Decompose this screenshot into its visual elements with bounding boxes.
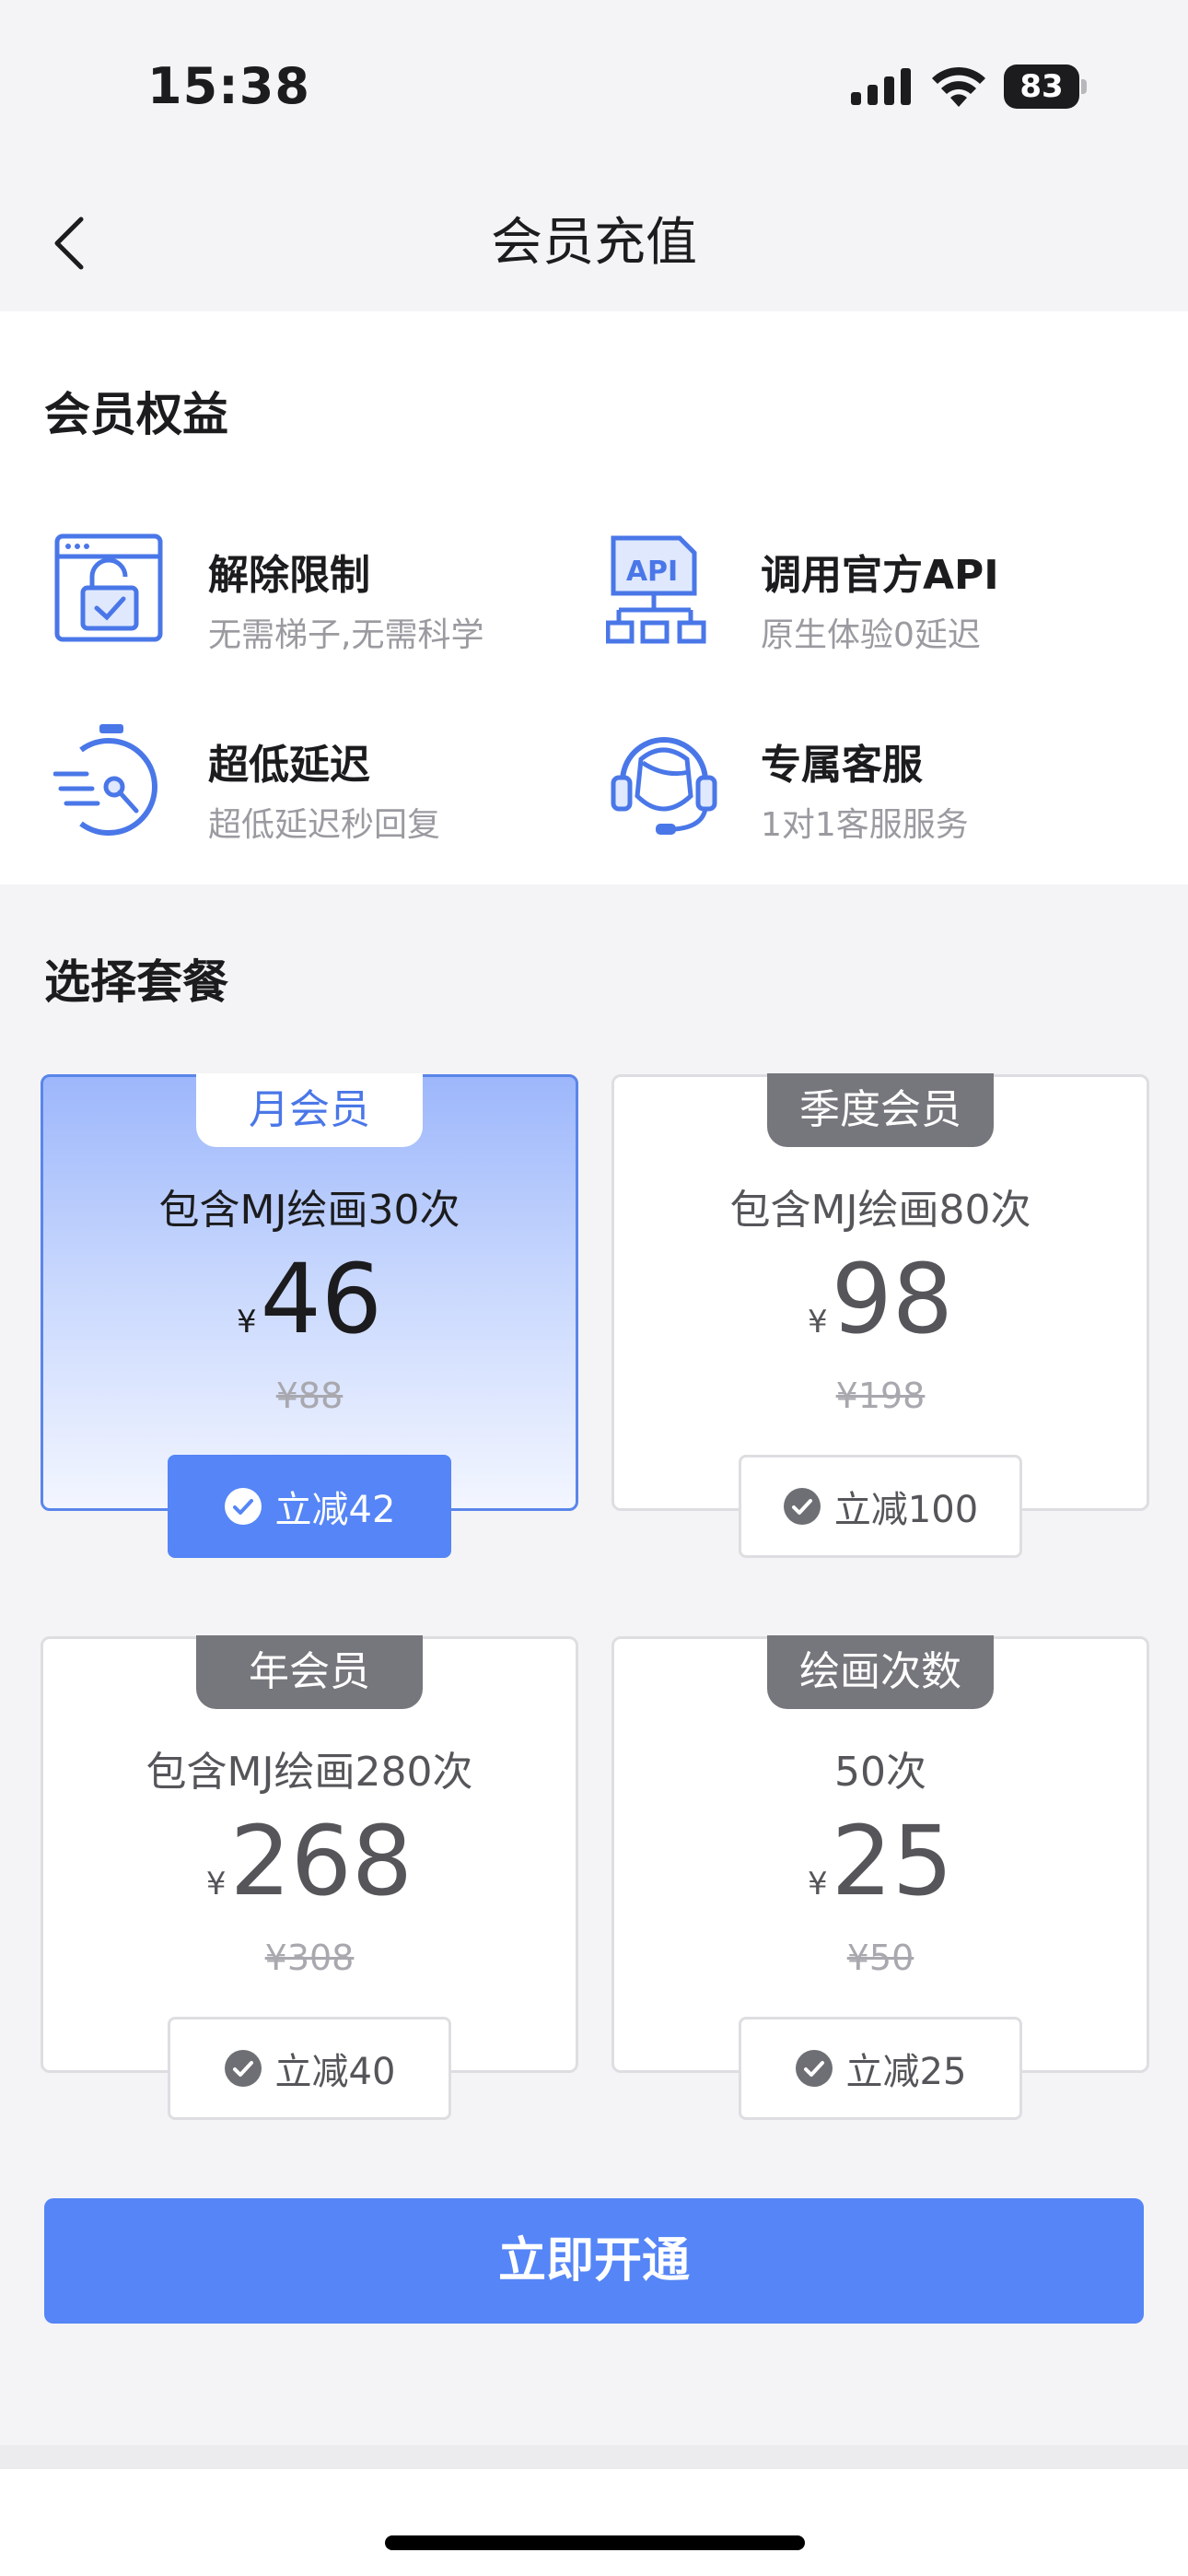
benefit-latency: 超低延迟 超低延迟秒回复 (53, 722, 606, 851)
nav-bar: 会员充值 (0, 175, 1188, 311)
plan-tag: 月会员 (196, 1073, 423, 1147)
plan-discount-label: 立减100 (833, 1489, 979, 1531)
battery-level: 83 (1004, 64, 1079, 109)
wifi-icon (932, 66, 985, 107)
plan-tag: 绘画次数 (767, 1635, 994, 1709)
check-circle-icon (224, 2050, 262, 2087)
plan-tag: 季度会员 (767, 1073, 994, 1147)
home-indicator[interactable] (385, 2535, 805, 2550)
activate-now-button[interactable]: 立即开通 (44, 2198, 1144, 2324)
plan-price: ¥25 (614, 1805, 1147, 1917)
svg-text:API: API (626, 556, 678, 588)
plan-price: ¥46 (43, 1243, 576, 1355)
price-value: 25 (831, 1805, 953, 1917)
plan-card-drawing-credits[interactable]: 绘画次数 50次 ¥25 ¥50 立减25 (611, 1635, 1149, 2120)
benefit-title: 超低延迟 (208, 742, 370, 789)
bottom-divider (0, 2445, 1188, 2469)
status-time: 15:38 (147, 57, 310, 115)
benefit-title: 专属客服 (761, 742, 923, 789)
plan-desc: 50次 (834, 1749, 926, 1796)
headset-icon (611, 737, 717, 835)
plan-discount-badge: 立减25 (739, 2017, 1022, 2120)
benefit-support: 专属客服 1对1客服服务 (606, 722, 1159, 851)
plan-card-yearly[interactable]: 年会员 包含MJ绘画280次 ¥268 ¥308 立减40 (41, 1635, 578, 2120)
plan-discount-badge: 立减100 (739, 1455, 1022, 1558)
cellular-signal-icon (851, 68, 911, 105)
plan-price: ¥98 (614, 1243, 1147, 1355)
battery-indicator: 83 (1004, 64, 1087, 109)
price-value: 98 (831, 1243, 953, 1355)
check-circle-icon (795, 2050, 833, 2087)
battery-tip (1081, 79, 1087, 94)
price-currency: ¥ (808, 1866, 828, 1903)
plan-discount-label: 立减42 (274, 1489, 396, 1531)
benefit-desc: 无需梯子,无需科学 (208, 616, 484, 654)
benefit-title: 调用官方API (761, 552, 999, 599)
benefit-api: API 调用官方API 原生体验0延迟 (606, 533, 1159, 662)
plan-tag: 年会员 (196, 1635, 423, 1709)
plan-original-price: ¥88 (275, 1376, 344, 1416)
benefit-desc: 超低延迟秒回复 (208, 806, 441, 844)
plan-discount-label: 立减25 (845, 2051, 967, 2093)
plan-desc: 包含MJ绘画30次 (158, 1187, 460, 1234)
benefit-unlock: 解除限制 无需梯子,无需科学 (53, 533, 606, 662)
plan-card-monthly[interactable]: 月会员 包含MJ绘画30次 ¥46 ¥88 立减42 (41, 1073, 578, 1558)
plan-discount-badge: 立减42 (168, 1455, 451, 1558)
plan-discount-badge: 立减40 (168, 2017, 451, 2120)
price-value: 268 (229, 1805, 413, 1917)
check-circle-icon (224, 1488, 262, 1525)
plan-original-price: ¥198 (835, 1376, 926, 1416)
stopwatch-icon (53, 724, 157, 836)
page-title: 会员充值 (491, 213, 697, 273)
status-bar: 15:38 83 (0, 0, 1188, 175)
benefit-title: 解除限制 (208, 552, 370, 599)
plan-desc: 包含MJ绘画280次 (146, 1749, 473, 1796)
benefits-title: 会员权益 (44, 388, 228, 441)
plan-original-price: ¥308 (264, 1938, 355, 1978)
bottom-safe-area (0, 2469, 1188, 2576)
plan-discount-label: 立减40 (274, 2051, 396, 2093)
price-currency: ¥ (237, 1304, 257, 1341)
benefit-desc: 原生体验0延迟 (761, 616, 981, 654)
plans-title: 选择套餐 (44, 955, 228, 1009)
check-circle-icon (783, 1488, 821, 1525)
plan-card-quarterly[interactable]: 季度会员 包含MJ绘画80次 ¥98 ¥198 立减100 (611, 1073, 1149, 1558)
price-value: 46 (260, 1243, 382, 1355)
benefits-section: 会员权益 解除限制 无需梯子,无需科学 API 调用官方API 原生体验0延迟 (0, 311, 1188, 884)
api-icon: API (606, 535, 706, 644)
unlock-icon (54, 533, 163, 642)
price-currency: ¥ (205, 1866, 227, 1903)
benefit-desc: 1对1客服服务 (761, 806, 969, 844)
plan-original-price: ¥50 (846, 1938, 914, 1978)
plan-price: ¥268 (43, 1805, 576, 1917)
price-currency: ¥ (808, 1304, 828, 1341)
plan-desc: 包含MJ绘画80次 (729, 1187, 1031, 1234)
